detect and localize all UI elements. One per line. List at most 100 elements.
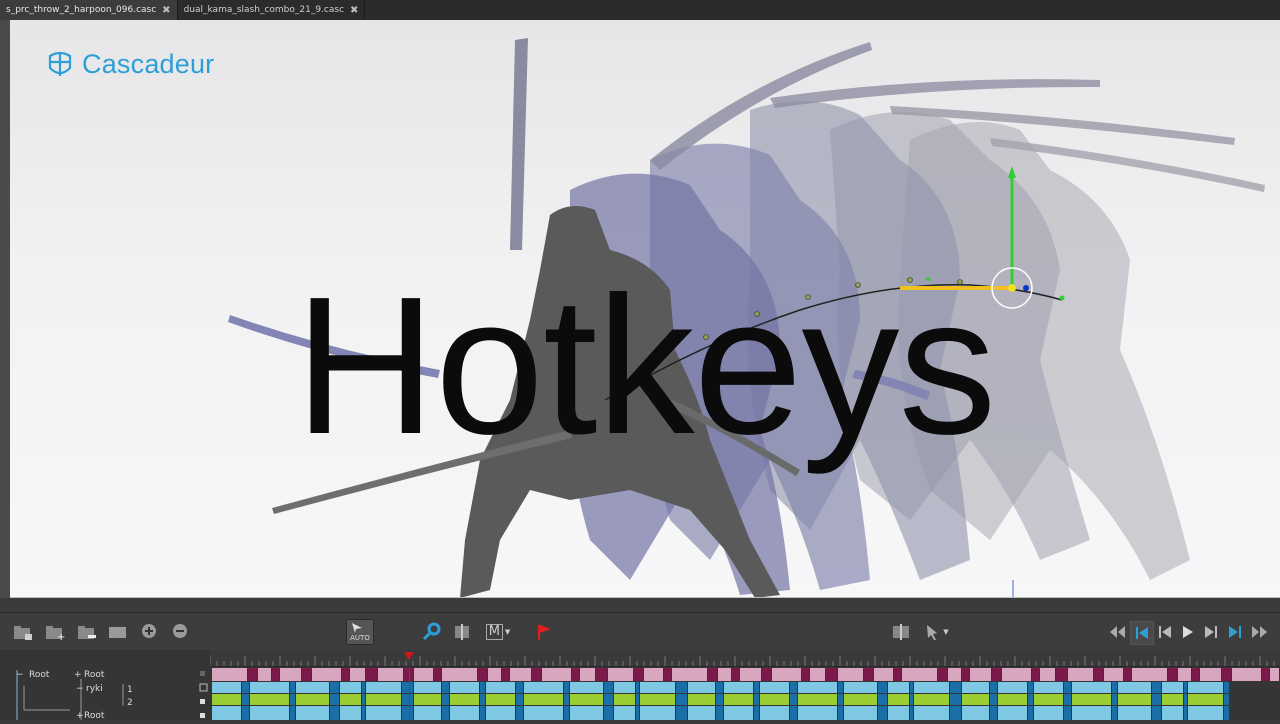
keyframe-cell[interactable] — [378, 668, 403, 681]
keyframe-cell[interactable] — [888, 694, 909, 705]
keyframe-cell[interactable] — [1028, 706, 1033, 720]
add-folder-icon[interactable]: + — [44, 621, 66, 643]
keyframe-cell[interactable] — [914, 682, 949, 693]
next-key-icon[interactable] — [1200, 621, 1222, 643]
keyframe-cell[interactable] — [340, 706, 361, 720]
keyframe-cell[interactable] — [272, 668, 279, 681]
keyframe-cell[interactable] — [990, 682, 997, 693]
keyframe-cell[interactable] — [798, 706, 837, 720]
keyframe-cell[interactable] — [1072, 694, 1111, 705]
keyframe-cell[interactable] — [480, 706, 485, 720]
keyframe-cell[interactable] — [732, 668, 739, 681]
keyframe-cell[interactable] — [838, 706, 843, 720]
auto-key-button[interactable]: AUTO — [346, 619, 374, 645]
keyframe-cell[interactable] — [950, 694, 961, 705]
keyframe-cell[interactable] — [640, 682, 675, 693]
keyframe-cell[interactable] — [1152, 682, 1161, 693]
keyframe-cell[interactable] — [402, 682, 413, 693]
keyframe-cell[interactable] — [724, 682, 753, 693]
keyframe-cell[interactable] — [1118, 694, 1151, 705]
keyframe-cell[interactable] — [688, 694, 715, 705]
keyframe-cell[interactable] — [1118, 706, 1151, 720]
keyframe-cell[interactable] — [1270, 668, 1279, 681]
keyframe-cell[interactable] — [502, 668, 509, 681]
keyframe-cell[interactable] — [1032, 668, 1039, 681]
keyframe-cell[interactable] — [676, 682, 687, 693]
keyframe-cell[interactable] — [296, 706, 329, 720]
keyframe-cell[interactable] — [486, 682, 515, 693]
keyframe-cell[interactable] — [790, 694, 797, 705]
keyframe-cell[interactable] — [362, 694, 365, 705]
keyframe-cell[interactable] — [724, 706, 753, 720]
keyframe-cell[interactable] — [330, 682, 339, 693]
keyframe-cell[interactable] — [676, 694, 687, 705]
mode-icon[interactable]: M ▼ — [482, 621, 514, 643]
keyframe-cell[interactable] — [1002, 668, 1031, 681]
keyframe-cell[interactable] — [366, 706, 401, 720]
keyframe-cell[interactable] — [1168, 668, 1177, 681]
keyframe-cell[interactable] — [1162, 694, 1183, 705]
keyframe-cell[interactable] — [716, 706, 723, 720]
tree-root-left[interactable]: Root — [29, 670, 49, 680]
keyframe-cell[interactable] — [950, 682, 961, 693]
keyframe-cell[interactable] — [844, 706, 877, 720]
keyframe-cell[interactable] — [798, 694, 837, 705]
keyframe-cell[interactable] — [938, 668, 947, 681]
keyframe-cell[interactable] — [634, 668, 643, 681]
keyframe-cell[interactable] — [366, 694, 401, 705]
keyframe-cell[interactable] — [864, 668, 873, 681]
keyframe-cell[interactable] — [810, 668, 825, 681]
keyframe-cell[interactable] — [596, 668, 607, 681]
keyframe-cell[interactable] — [330, 694, 339, 705]
keyframe-cell[interactable] — [1028, 682, 1033, 693]
keyframe-cell[interactable] — [414, 694, 441, 705]
keyframe-cell[interactable] — [1034, 706, 1063, 720]
keyframe-cell[interactable] — [366, 668, 377, 681]
tree-expand-icon[interactable]: + — [74, 670, 82, 680]
keyframe-cell[interactable] — [950, 706, 961, 720]
keyframe-cell[interactable] — [640, 694, 675, 705]
key-icon[interactable] — [420, 621, 442, 643]
play-icon[interactable] — [1177, 621, 1199, 643]
keyframe-cell[interactable] — [362, 682, 365, 693]
keyframe-cell[interactable] — [1064, 706, 1071, 720]
keyframe-cell[interactable] — [510, 668, 531, 681]
keyframe-cell[interactable] — [250, 706, 289, 720]
keyframe-cell[interactable] — [614, 694, 635, 705]
keyframe-cell[interactable] — [524, 682, 563, 693]
keyframe-cell[interactable] — [676, 706, 687, 720]
keyframe-cell[interactable] — [1232, 668, 1261, 681]
keyframe-cell[interactable] — [962, 682, 989, 693]
keyframe-cell[interactable] — [340, 682, 361, 693]
keyframe-cell[interactable] — [1178, 668, 1191, 681]
split-icon[interactable] — [451, 621, 473, 643]
row-toggle[interactable] — [199, 683, 208, 692]
tree-child[interactable]: ryki — [86, 684, 103, 694]
keyframe-cell[interactable] — [664, 668, 671, 681]
pin-icon[interactable]: ▼ — [920, 621, 952, 643]
frame-ruler[interactable] — [209, 650, 1280, 667]
keyframe-cell[interactable] — [838, 668, 863, 681]
keyframe-cell[interactable] — [516, 694, 523, 705]
keyframe-cell[interactable] — [1028, 694, 1033, 705]
keyframe-cell[interactable] — [608, 668, 633, 681]
keyframe-cell[interactable] — [878, 682, 887, 693]
keyframe-cell[interactable] — [1162, 682, 1183, 693]
keyframe-cell[interactable] — [450, 706, 479, 720]
keyframe-cell[interactable] — [290, 682, 295, 693]
keyframe-cell[interactable] — [242, 706, 249, 720]
keyframe-cell[interactable] — [672, 668, 707, 681]
keyframe-cell[interactable] — [990, 706, 997, 720]
keyframe-cell[interactable] — [402, 694, 413, 705]
keyframe-cell[interactable] — [844, 682, 877, 693]
keyframe-cell[interactable] — [516, 682, 523, 693]
row-toggle[interactable] — [200, 671, 205, 676]
keyframe-cell[interactable] — [1112, 694, 1117, 705]
keyframe-cell[interactable] — [790, 706, 797, 720]
keyframe-cell[interactable] — [250, 682, 289, 693]
tree-root-right[interactable]: Root — [84, 670, 104, 680]
keyframe-cell[interactable] — [688, 682, 715, 693]
keyframe-cell[interactable] — [1056, 668, 1067, 681]
keyframe-cell[interactable] — [640, 706, 675, 720]
keyframe-cell[interactable] — [992, 668, 1001, 681]
